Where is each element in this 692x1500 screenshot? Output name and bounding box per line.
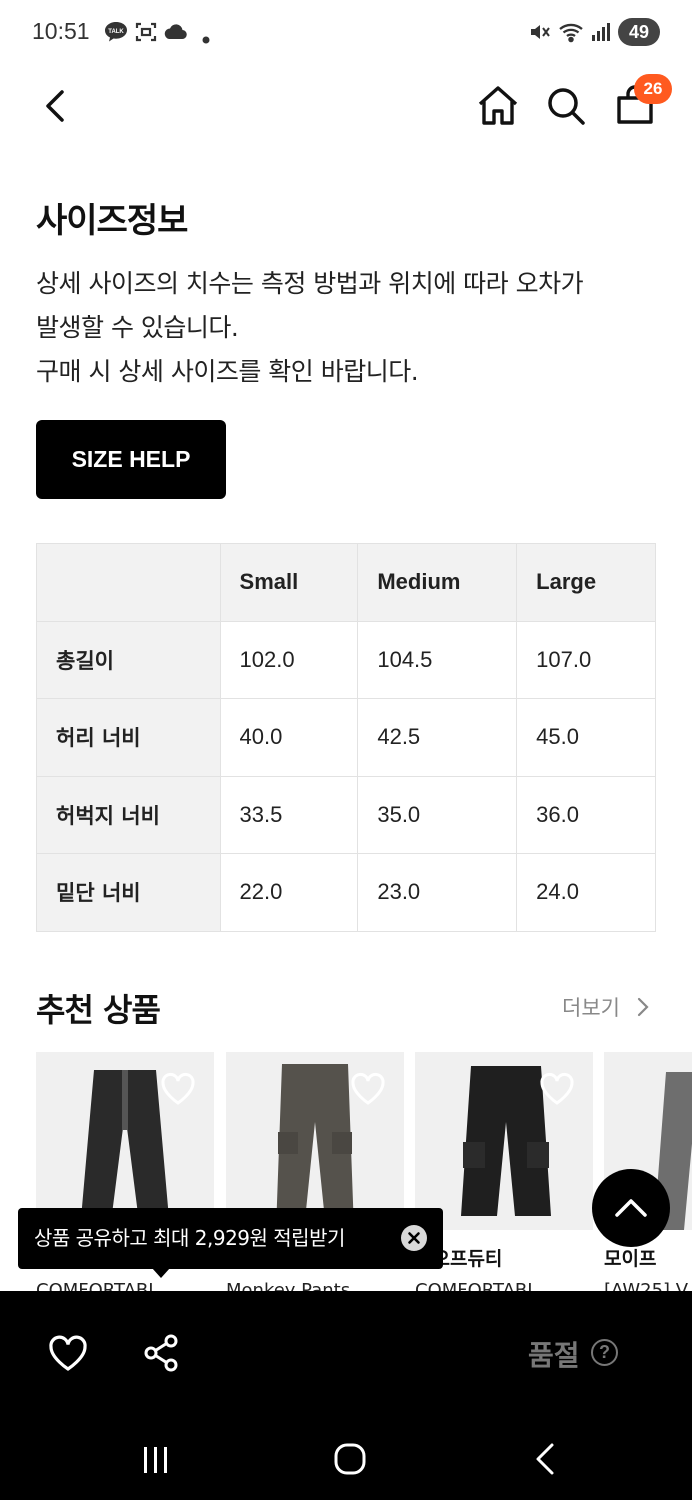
tooltip-text: 상품 공유하고 최대 2,929원 적립받기 <box>34 1226 345 1250</box>
screenshot-icon <box>134 20 158 48</box>
description-line: 발생할 수 있습니다. <box>36 313 239 342</box>
heart-icon[interactable] <box>350 1072 386 1110</box>
table-row: 허벅지 너비 33.5 35.0 36.0 <box>36 775 656 854</box>
more-link[interactable]: 더보기 <box>562 992 620 1022</box>
row-label: 허리 너비 <box>36 698 221 777</box>
table-cell: 107.0 <box>516 620 656 699</box>
product-image[interactable] <box>226 1052 404 1230</box>
table-header-row: Small Medium Large <box>36 543 656 622</box>
cloud-icon <box>162 20 188 48</box>
description-line: 구매 시 상세 사이즈를 확인 바랍니다. <box>36 357 419 386</box>
share-icon[interactable] <box>142 1333 182 1377</box>
table-row: 총길이 102.0 104.5 107.0 <box>36 620 656 699</box>
heart-icon[interactable] <box>539 1072 575 1110</box>
heart-icon[interactable] <box>160 1072 196 1110</box>
wifi-icon <box>558 20 586 48</box>
table-header-cell: Medium <box>357 543 518 622</box>
share-reward-tooltip[interactable]: 상품 공유하고 최대 2,929원 적립받기 <box>18 1208 443 1269</box>
table-cell: 104.5 <box>357 620 518 699</box>
table-row: 허리 너비 40.0 42.5 45.0 <box>36 698 656 777</box>
table-header-cell: Small <box>219 543 359 622</box>
home-button-icon[interactable] <box>332 1441 368 1481</box>
sold-out-status: 품절 <box>528 1339 580 1372</box>
mute-icon <box>528 20 552 48</box>
description-line: 상세 사이즈의 치수는 측정 방법과 위치에 따라 오차가 <box>36 269 584 298</box>
table-header-cell <box>36 543 221 622</box>
table-cell: 23.0 <box>357 853 518 932</box>
tooltip-pointer <box>152 1268 170 1278</box>
recent-apps-icon[interactable] <box>140 1443 172 1481</box>
size-info-description: 상세 사이즈의 치수는 측정 방법과 위치에 따라 오차가 발생할 수 있습니다… <box>36 262 666 394</box>
question-circle-icon[interactable]: ? <box>591 1339 618 1366</box>
row-label: 허벅지 너비 <box>36 775 221 854</box>
table-cell: 45.0 <box>516 698 656 777</box>
table-cell: 33.5 <box>219 775 359 854</box>
table-cell: 24.0 <box>516 853 656 932</box>
notification-dot-icon <box>202 29 210 48</box>
table-row: 밑단 너비 22.0 23.0 24.0 <box>36 853 656 932</box>
close-icon[interactable] <box>401 1225 427 1251</box>
wishlist-heart-icon[interactable] <box>48 1335 88 1377</box>
table-cell: 42.5 <box>357 698 518 777</box>
table-cell: 35.0 <box>357 775 518 854</box>
signal-icon <box>590 20 612 48</box>
size-table: Small Medium Large 총길이 102.0 104.5 107.0… <box>36 543 656 932</box>
system-navigation-bar <box>0 1415 692 1500</box>
table-cell: 40.0 <box>219 698 359 777</box>
chevron-up-icon <box>615 1199 647 1217</box>
table-cell: 102.0 <box>219 620 359 699</box>
top-navigation-bar <box>0 66 692 146</box>
product-image[interactable] <box>415 1052 593 1230</box>
row-label: 밑단 너비 <box>36 853 221 932</box>
search-icon[interactable] <box>542 82 590 134</box>
bottom-action-bar <box>0 1291 692 1415</box>
status-bar: 10:51 TALK 49 <box>0 0 692 66</box>
chevron-right-icon[interactable] <box>636 996 650 1022</box>
home-icon[interactable] <box>474 82 522 134</box>
table-cell: 22.0 <box>219 853 359 932</box>
product-image[interactable] <box>36 1052 214 1230</box>
system-back-icon[interactable] <box>530 1441 560 1481</box>
talk-icon: TALK <box>104 20 128 48</box>
battery-indicator: 49 <box>618 18 660 46</box>
back-arrow-icon[interactable] <box>38 82 70 134</box>
size-help-button[interactable]: SIZE HELP <box>36 420 226 499</box>
scroll-to-top-button[interactable] <box>592 1169 670 1247</box>
product-brand: 모이프 <box>604 1248 657 1270</box>
recommended-title: 추천 상품 <box>36 991 161 1029</box>
size-info-title: 사이즈정보 <box>36 201 188 241</box>
cart-count-badge: 26 <box>634 74 672 104</box>
svg-text:TALK: TALK <box>108 29 124 35</box>
table-header-cell: Large <box>516 543 656 622</box>
status-time: 10:51 <box>32 18 90 44</box>
row-label: 총길이 <box>36 620 221 699</box>
table-cell: 36.0 <box>516 775 656 854</box>
